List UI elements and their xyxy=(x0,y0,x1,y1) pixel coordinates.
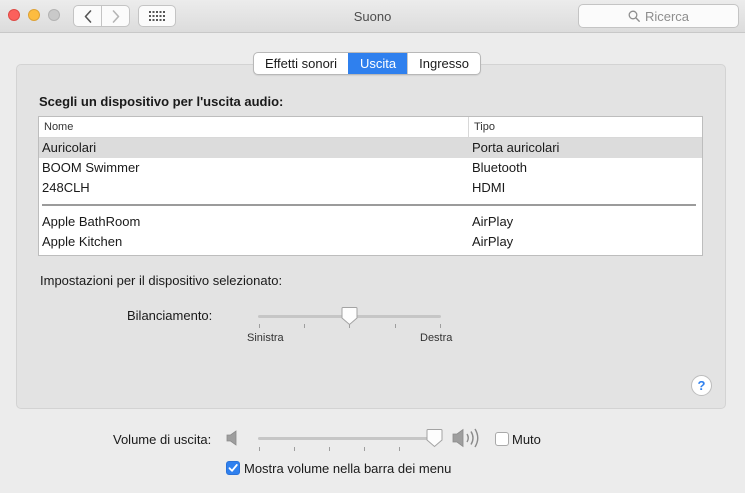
balance-tick xyxy=(395,324,396,328)
help-button[interactable]: ? xyxy=(691,375,712,396)
device-type: AirPlay xyxy=(472,214,514,229)
section-title: Scegli un dispositivo per l'uscita audio… xyxy=(39,94,284,109)
settings-label: Impostazioni per il dispositivo selezion… xyxy=(40,273,283,288)
table-row[interactable]: 248CLH HDMI xyxy=(39,178,702,198)
device-name: BOOM Swimmer xyxy=(42,160,140,175)
device-name: Apple Kitchen xyxy=(42,234,123,249)
device-type: Bluetooth xyxy=(472,160,527,175)
navigation-buttons xyxy=(73,5,130,27)
device-type: AirPlay xyxy=(472,234,514,249)
balance-slider-knob[interactable] xyxy=(341,306,358,326)
forward-button[interactable] xyxy=(101,6,129,26)
volume-tick xyxy=(329,447,330,451)
segmented-tabs: Effetti sonori Uscita Ingresso xyxy=(253,52,482,75)
table-row[interactable]: BOOM Swimmer Bluetooth xyxy=(39,158,702,178)
balance-tick xyxy=(440,324,441,328)
grid-icon xyxy=(149,11,165,21)
show-volume-in-menu-checkbox[interactable] xyxy=(226,461,240,475)
device-name: 248CLH xyxy=(42,180,90,195)
volume-slider-knob[interactable] xyxy=(426,428,443,448)
balance-tick xyxy=(304,324,305,328)
balance-tick xyxy=(259,324,260,328)
device-type: Porta auricolari xyxy=(472,140,560,155)
volume-tick xyxy=(399,447,400,451)
table-row[interactable]: Apple BathRoom AirPlay xyxy=(39,212,702,232)
device-type: HDMI xyxy=(472,180,506,195)
tab-ingresso[interactable]: Ingresso xyxy=(407,53,480,74)
balance-right-label: Destra xyxy=(420,332,453,344)
show-volume-in-menu-label[interactable]: Mostra volume nella barra dei menu xyxy=(244,461,451,476)
search-placeholder: Ricerca xyxy=(644,8,690,24)
title-bar: Suono Ricerca xyxy=(0,0,745,33)
search-field[interactable]: Ricerca xyxy=(578,4,739,28)
speaker-high-icon xyxy=(452,428,479,448)
table-header: Nome Tipo xyxy=(39,117,702,138)
tab-effetti-sonori[interactable]: Effetti sonori xyxy=(254,53,348,74)
mute-label[interactable]: Muto xyxy=(512,432,541,447)
checkmark-icon xyxy=(228,464,238,472)
group-separator xyxy=(39,198,702,212)
balance-left-label: Sinistra xyxy=(247,332,284,344)
output-device-table: Nome Tipo Auricolari Porta auricolari BO… xyxy=(38,116,703,256)
chevron-right-icon xyxy=(112,9,119,23)
balance-label: Bilanciamento: xyxy=(127,308,213,323)
table-row[interactable]: Apple Kitchen AirPlay xyxy=(39,232,702,252)
volume-tick xyxy=(259,447,260,451)
device-name: Apple BathRoom xyxy=(42,214,141,229)
column-header-tipo[interactable]: Tipo xyxy=(468,117,495,138)
volume-tick xyxy=(364,447,365,451)
magnifier-icon xyxy=(628,10,640,22)
chevron-left-icon xyxy=(84,9,91,23)
column-header-nome[interactable]: Nome xyxy=(44,117,73,138)
table-row[interactable]: Auricolari Porta auricolari xyxy=(39,138,702,158)
volume-slider-track[interactable] xyxy=(258,437,442,440)
device-name: Auricolari xyxy=(42,140,97,155)
speaker-low-icon xyxy=(226,430,237,446)
volume-label: Volume di uscita: xyxy=(113,432,212,447)
back-button[interactable] xyxy=(74,6,101,26)
show-all-button[interactable] xyxy=(138,5,176,27)
volume-tick xyxy=(294,447,295,451)
mute-checkbox[interactable] xyxy=(495,432,509,446)
tab-uscita[interactable]: Uscita xyxy=(348,53,408,74)
